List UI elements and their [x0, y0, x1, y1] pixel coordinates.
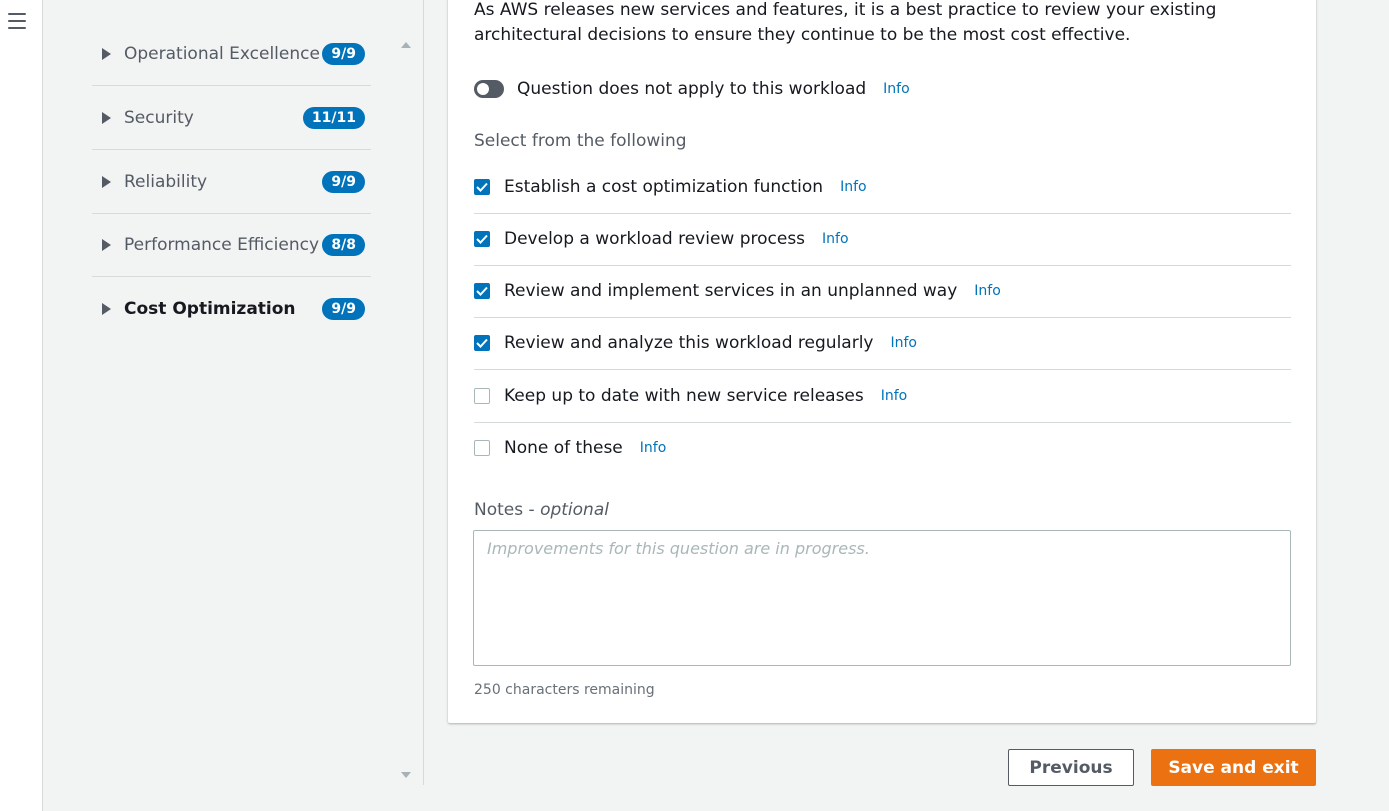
checkbox-unchecked[interactable] [474, 440, 490, 456]
choice-review-implement-services-unplanned[interactable]: Review and implement services in an unpl… [474, 265, 1291, 318]
choice-label: Review and analyze this workload regular… [504, 333, 874, 353]
progress-badge: 8/8 [322, 233, 365, 256]
progress-badge: 9/9 [322, 170, 365, 193]
choice-develop-workload-review-process[interactable]: Develop a workload review process Info [474, 213, 1291, 266]
save-and-exit-button[interactable]: Save and exit [1151, 749, 1316, 786]
checkmark-icon [476, 182, 488, 192]
pillar-item-operational-excellence[interactable]: Operational Excellence 9/9 [92, 22, 371, 86]
caret-right-icon [102, 111, 111, 124]
info-link[interactable]: Info [883, 81, 910, 97]
choice-keep-up-to-date-service-releases[interactable]: Keep up to date with new service release… [474, 370, 1291, 423]
checkbox-unchecked[interactable] [474, 388, 490, 404]
pillar-label: Cost Optimization [124, 298, 296, 319]
checkmark-icon [476, 234, 488, 244]
panel-divider[interactable] [423, 0, 424, 785]
characters-remaining: 250 characters remaining [474, 682, 655, 698]
choice-establish-cost-optimization-function[interactable]: Establish a cost optimization function I… [474, 161, 1291, 214]
nav-scrollbar[interactable] [396, 30, 416, 790]
pillar-nav-panel: Operational Excellence 9/9 Security 11/1… [43, 0, 396, 811]
question-card: As AWS releases new services and feature… [448, 0, 1316, 723]
caret-right-icon [102, 302, 111, 315]
checkmark-icon [476, 338, 488, 348]
choice-review-analyze-workload-regularly[interactable]: Review and analyze this workload regular… [474, 317, 1291, 370]
not-applicable-toggle[interactable] [474, 80, 504, 98]
pillar-label: Operational Excellence [124, 43, 320, 64]
pillar-label: Security [124, 107, 194, 128]
notes-label: Notes - optional [474, 500, 609, 520]
choice-label: Keep up to date with new service release… [504, 386, 864, 406]
scroll-up-arrow-icon[interactable] [401, 42, 411, 48]
info-link[interactable]: Info [640, 440, 667, 456]
choice-label: Review and implement services in an unpl… [504, 281, 958, 301]
not-applicable-label: Question does not apply to this workload [517, 79, 867, 99]
progress-badge: 9/9 [322, 297, 365, 320]
caret-right-icon [102, 238, 111, 251]
pillar-item-cost-optimization[interactable]: Cost Optimization 9/9 [92, 277, 371, 340]
notes-textarea[interactable] [473, 530, 1291, 666]
info-link[interactable]: Info [890, 335, 917, 351]
pillar-item-security[interactable]: Security 11/11 [92, 86, 371, 150]
checkbox-checked[interactable] [474, 179, 490, 195]
scroll-down-arrow-icon[interactable] [401, 772, 411, 778]
select-following-label: Select from the following [474, 131, 687, 151]
info-link[interactable]: Info [974, 283, 1001, 299]
not-applicable-row: Question does not apply to this workload… [474, 79, 910, 99]
notes-label-text: Notes [474, 500, 524, 520]
choice-none-of-these[interactable]: None of these Info [474, 422, 1291, 474]
progress-badge: 11/11 [302, 106, 365, 129]
notes-optional-text: optional [540, 500, 609, 520]
checkbox-checked[interactable] [474, 283, 490, 299]
choice-label: None of these [504, 438, 623, 458]
caret-right-icon [102, 47, 111, 60]
left-rail [0, 0, 43, 811]
pillar-label: Reliability [124, 171, 208, 192]
menu-icon[interactable] [8, 13, 26, 29]
choice-label: Develop a workload review process [504, 229, 806, 249]
progress-badge: 9/9 [322, 42, 365, 65]
caret-right-icon [102, 175, 111, 188]
question-description: As AWS releases new services and feature… [474, 0, 1217, 45]
info-link[interactable]: Info [881, 388, 908, 404]
info-link[interactable]: Info [822, 231, 849, 247]
info-link[interactable]: Info [840, 179, 867, 195]
pillar-item-reliability[interactable]: Reliability 9/9 [92, 150, 371, 214]
pillar-item-performance-efficiency[interactable]: Performance Efficiency 8/8 [92, 213, 371, 277]
choice-label: Establish a cost optimization function [504, 177, 824, 197]
checkbox-checked[interactable] [474, 231, 490, 247]
checkbox-checked[interactable] [474, 335, 490, 351]
checkmark-icon [476, 286, 488, 296]
previous-button[interactable]: Previous [1008, 749, 1134, 786]
pillar-label: Performance Efficiency [124, 234, 320, 255]
